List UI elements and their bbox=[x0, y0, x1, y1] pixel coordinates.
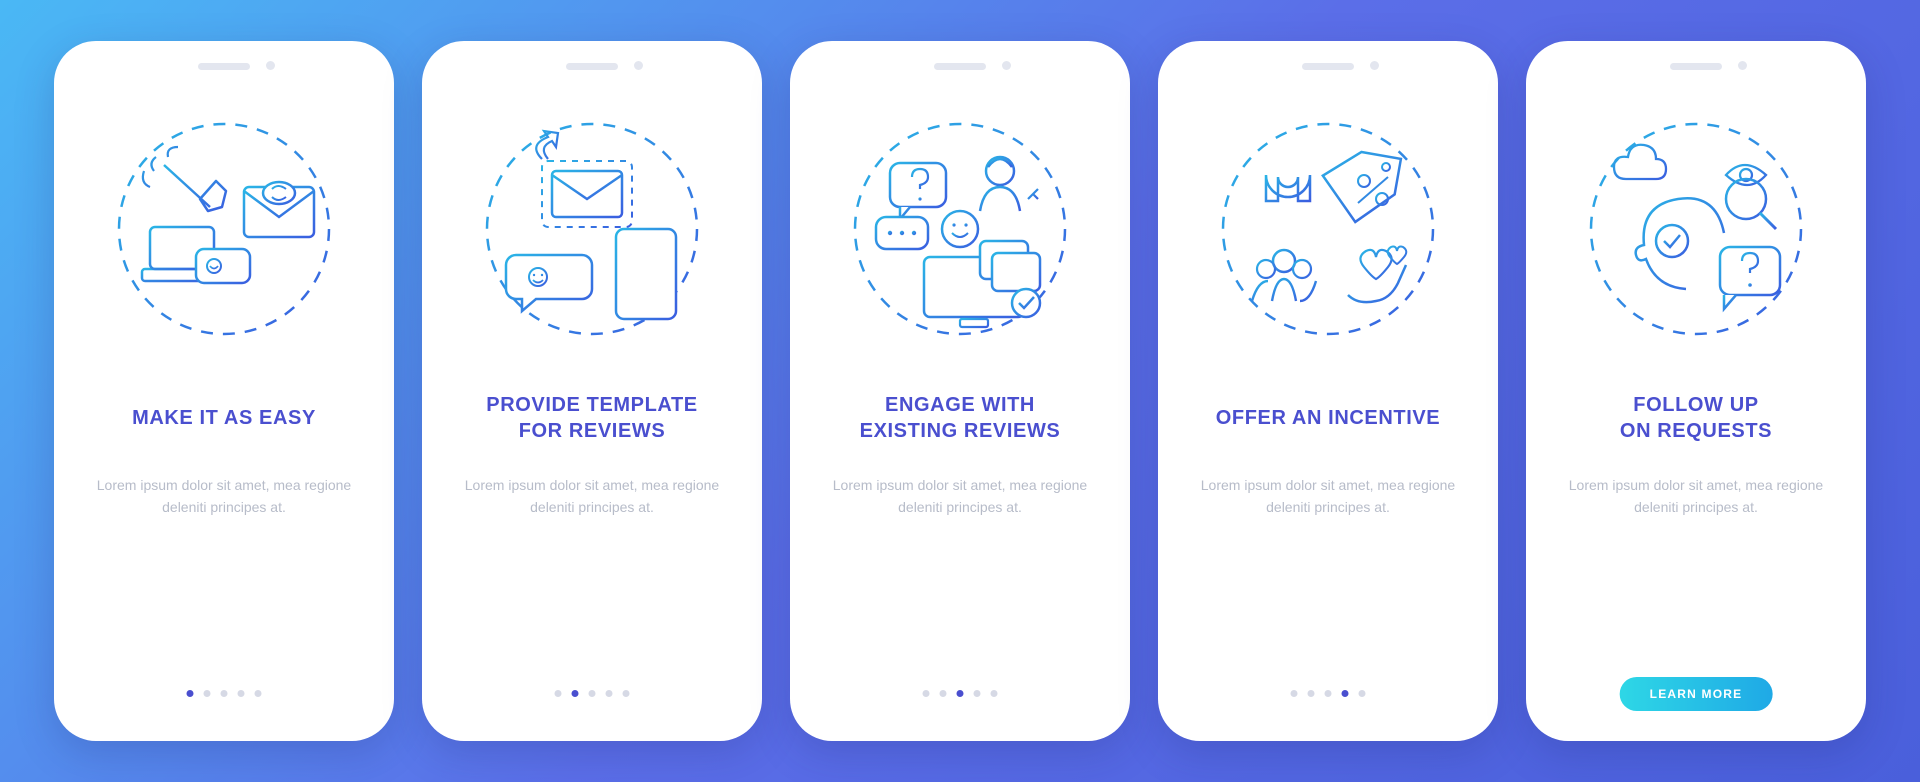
screen-body: Lorem ipsum dolor sit amet, mea regione … bbox=[1192, 475, 1464, 518]
dot-1[interactable] bbox=[555, 690, 562, 697]
screen-title: PROVIDE TEMPLATE FOR REVIEWS bbox=[486, 391, 697, 445]
dot-5[interactable] bbox=[255, 690, 262, 697]
pagination-dots bbox=[923, 690, 998, 697]
dot-2[interactable] bbox=[204, 690, 211, 697]
easy-icon bbox=[104, 109, 344, 349]
dot-3[interactable] bbox=[1325, 690, 1332, 697]
dot-2[interactable] bbox=[940, 690, 947, 697]
screen-body: Lorem ipsum dolor sit amet, mea regione … bbox=[824, 475, 1096, 518]
template-icon bbox=[472, 109, 712, 349]
screen-title: FOLLOW UP ON REQUESTS bbox=[1620, 391, 1772, 445]
dot-2[interactable] bbox=[572, 690, 579, 697]
dot-3[interactable] bbox=[221, 690, 228, 697]
dot-4[interactable] bbox=[606, 690, 613, 697]
phone-screen-2: PROVIDE TEMPLATE FOR REVIEWS Lorem ipsum… bbox=[422, 41, 762, 741]
screen-title: ENGAGE WITH EXISTING REVIEWS bbox=[860, 391, 1061, 445]
dot-1[interactable] bbox=[923, 690, 930, 697]
engage-icon bbox=[840, 109, 1080, 349]
dot-4[interactable] bbox=[1342, 690, 1349, 697]
followup-icon bbox=[1576, 109, 1816, 349]
pagination-dots bbox=[1291, 690, 1366, 697]
dot-4[interactable] bbox=[238, 690, 245, 697]
screen-title: OFFER AN INCENTIVE bbox=[1216, 391, 1441, 445]
phone-screen-3: ENGAGE WITH EXISTING REVIEWS Lorem ipsum… bbox=[790, 41, 1130, 741]
dot-2[interactable] bbox=[1308, 690, 1315, 697]
screen-body: Lorem ipsum dolor sit amet, mea regione … bbox=[456, 475, 728, 518]
incentive-icon bbox=[1208, 109, 1448, 349]
dot-1[interactable] bbox=[1291, 690, 1298, 697]
dot-5[interactable] bbox=[991, 690, 998, 697]
phone-screen-1: MAKE IT AS EASY Lorem ipsum dolor sit am… bbox=[54, 41, 394, 741]
screen-title: MAKE IT AS EASY bbox=[132, 391, 316, 445]
dot-1[interactable] bbox=[187, 690, 194, 697]
dot-4[interactable] bbox=[974, 690, 981, 697]
phone-screen-5: FOLLOW UP ON REQUESTS Lorem ipsum dolor … bbox=[1526, 41, 1866, 741]
learn-more-button[interactable]: LEARN MORE bbox=[1620, 677, 1773, 711]
pagination-dots bbox=[187, 690, 262, 697]
dot-3[interactable] bbox=[589, 690, 596, 697]
pagination-dots bbox=[555, 690, 630, 697]
dot-5[interactable] bbox=[1359, 690, 1366, 697]
dot-3[interactable] bbox=[957, 690, 964, 697]
screen-body: Lorem ipsum dolor sit amet, mea regione … bbox=[88, 475, 360, 518]
screen-body: Lorem ipsum dolor sit amet, mea regione … bbox=[1560, 475, 1832, 518]
phone-screen-4: OFFER AN INCENTIVE Lorem ipsum dolor sit… bbox=[1158, 41, 1498, 741]
dot-5[interactable] bbox=[623, 690, 630, 697]
onboarding-phones-row: MAKE IT AS EASY Lorem ipsum dolor sit am… bbox=[54, 41, 1866, 741]
